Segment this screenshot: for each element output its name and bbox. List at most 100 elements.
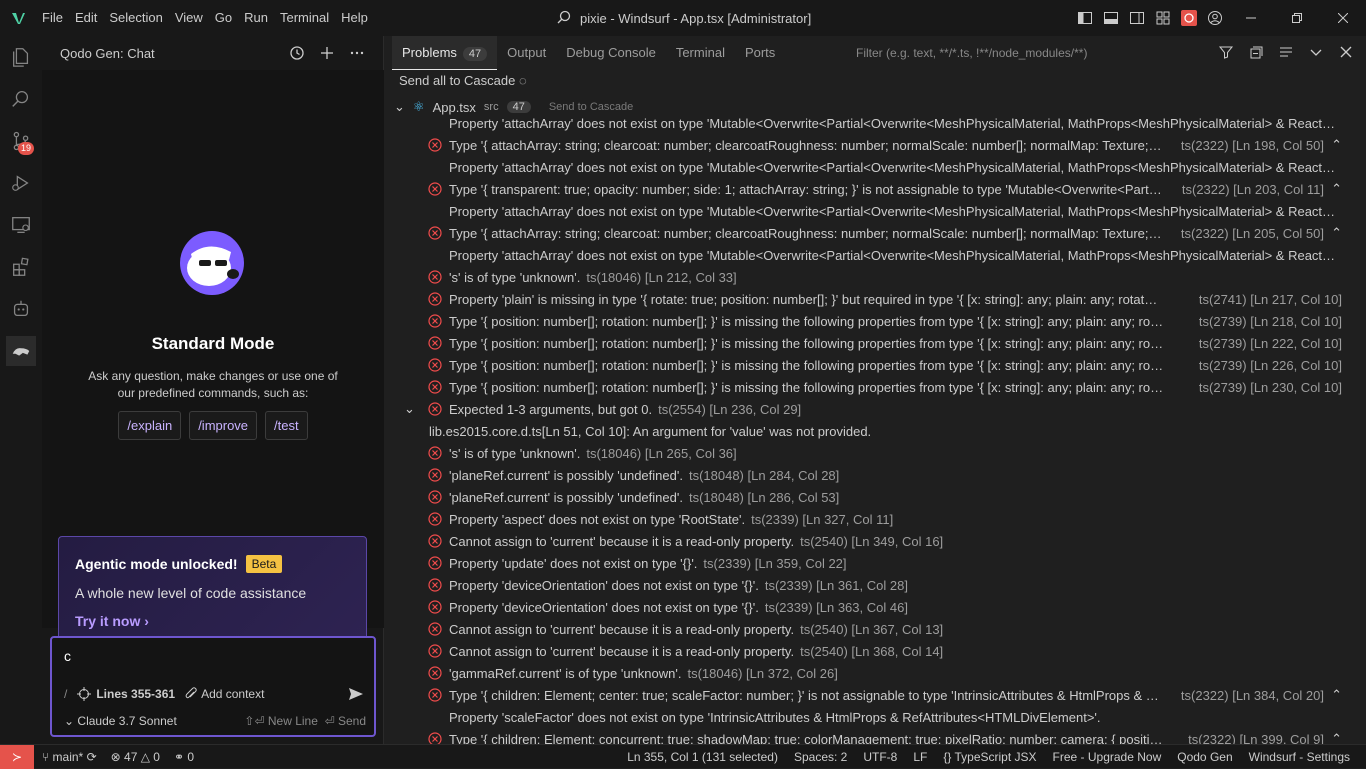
problem-row[interactable]: Property 'deviceOrientation' does not ex… [384, 596, 1354, 618]
menu-item-go[interactable]: Go [209, 0, 238, 36]
problem-row[interactable]: Type '{ position: number[]; rotation: nu… [384, 376, 1354, 398]
robot-icon[interactable] [0, 288, 42, 330]
problem-row[interactable]: Type '{ transparent: true; opacity: numb… [384, 178, 1354, 200]
collapse-all-icon[interactable] [1248, 44, 1264, 60]
menu-item-help[interactable]: Help [335, 0, 374, 36]
explorer-icon[interactable] [0, 36, 42, 78]
menu-item-selection[interactable]: Selection [103, 0, 168, 36]
model-selector[interactable]: ⌄ Claude 3.7 Sonnet [64, 714, 177, 728]
problem-row[interactable]: Cannot assign to 'current' because it is… [384, 530, 1354, 552]
add-context-button[interactable]: Add context [185, 687, 264, 701]
filter-icon[interactable] [1218, 44, 1234, 60]
problems-indicator[interactable]: ⊗ 47 △ 0 [111, 750, 160, 764]
problem-row[interactable]: 'planeRef.current' is possibly 'undefine… [384, 486, 1354, 508]
problem-row[interactable]: Property 'plain' is missing in type '{ r… [384, 288, 1354, 310]
cascade-icon[interactable] [1176, 0, 1202, 36]
problem-row[interactable]: 'gammaRef.current' is of type 'unknown'.… [384, 662, 1354, 684]
send-all-to-cascade-button[interactable]: Send all to Cascade ◌ [399, 73, 527, 88]
problem-row[interactable]: lib.es2015.core.d.ts[Ln 51, Col 10]: An … [384, 420, 1354, 442]
problem-row[interactable]: Type '{ position: number[]; rotation: nu… [384, 354, 1354, 376]
problem-row[interactable]: 'planeRef.current' is possibly 'undefine… [384, 464, 1354, 486]
encoding[interactable]: UTF-8 [863, 750, 897, 764]
problem-row[interactable]: 's' is of type 'unknown'. ts(18046) [Ln 2… [384, 266, 1354, 288]
chevron-down-icon[interactable] [1308, 44, 1324, 60]
end-of-line[interactable]: LF [913, 750, 927, 764]
problem-row[interactable]: Type '{ attachArray: string; clearcoat: … [384, 134, 1354, 156]
slash-command-button[interactable]: / [64, 687, 67, 701]
remote-explorer-icon[interactable] [0, 204, 42, 246]
menu-item-edit[interactable]: Edit [69, 0, 103, 36]
window-title-area[interactable]: pixie - Windsurf - App.tsx [Administrato… [556, 0, 811, 36]
more-icon[interactable] [349, 45, 365, 61]
tab-ports[interactable]: Ports [735, 36, 785, 70]
new-chat-icon[interactable] [319, 45, 335, 61]
send-icon[interactable] [348, 686, 364, 702]
restore-icon[interactable] [1274, 0, 1320, 36]
search-icon[interactable] [0, 78, 42, 120]
chevron-up-icon[interactable]: ⌃ [1331, 137, 1342, 153]
chevron-up-icon[interactable]: ⌃ [1331, 181, 1342, 197]
toggle-panel-icon[interactable] [1098, 0, 1124, 36]
windsurf-settings[interactable]: Windsurf - Settings [1249, 750, 1350, 764]
problem-row[interactable]: Property 'attachArray' does not exist on… [384, 244, 1354, 266]
problem-row[interactable]: Property 'attachArray' does not exist on… [384, 200, 1354, 222]
chevron-down-icon[interactable]: ⌄ [404, 401, 415, 417]
problem-row[interactable]: Type '{ children: Element; center: true;… [384, 684, 1354, 706]
menu-item-file[interactable]: File [36, 0, 69, 36]
problems-filter-input[interactable]: Filter (e.g. text, **/*.ts, !**/node_mod… [856, 46, 1087, 60]
problem-row[interactable]: Property 'deviceOrientation' does not ex… [384, 574, 1354, 596]
qodo-gen-status[interactable]: Qodo Gen [1177, 750, 1232, 764]
problem-row[interactable]: Property 'attachArray' does not exist on… [384, 112, 1354, 134]
close-icon[interactable] [1320, 0, 1366, 36]
history-icon[interactable] [289, 45, 305, 61]
branch-indicator[interactable]: ⑂ main* ⟳ [42, 750, 97, 764]
command-improve[interactable]: /improve [189, 411, 258, 440]
ports-indicator[interactable]: ⚭ 0 [174, 750, 194, 764]
chat-input-value[interactable]: c [64, 648, 71, 664]
problem-row[interactable]: Type '{ attachArray: string; clearcoat: … [384, 222, 1354, 244]
problem-row[interactable]: Property 'attachArray' does not exist on… [384, 156, 1354, 178]
language-mode[interactable]: {} TypeScript JSX [943, 750, 1036, 764]
customize-layout-icon[interactable] [1150, 0, 1176, 36]
list-view-icon[interactable] [1278, 44, 1294, 60]
indentation[interactable]: Spaces: 2 [794, 750, 847, 764]
chat-input[interactable]: c / Lines 355-361 Add context ⌄ Claude 3… [50, 636, 376, 737]
close-panel-icon[interactable] [1338, 44, 1354, 60]
command-test[interactable]: /test [265, 411, 308, 440]
problem-row[interactable]: Type '{ position: number[]; rotation: nu… [384, 332, 1354, 354]
menu-item-view[interactable]: View [169, 0, 209, 36]
tab-problems[interactable]: Problems 47 [392, 36, 498, 70]
problem-row[interactable]: Property 'update' does not exist on type… [384, 552, 1354, 574]
windsurf-logo-icon[interactable] [0, 0, 36, 36]
menu-item-run[interactable]: Run [238, 0, 274, 36]
cursor-position[interactable]: Ln 355, Col 1 (131 selected) [627, 750, 778, 764]
run-debug-icon[interactable] [0, 162, 42, 204]
tab-debug-console[interactable]: Debug Console [556, 36, 666, 70]
chevron-up-icon[interactable]: ⌃ [1331, 687, 1342, 703]
lines-context-chip[interactable]: Lines 355-361 [77, 687, 175, 701]
toggle-sidebar-icon[interactable] [1072, 0, 1098, 36]
plan-status[interactable]: Free - Upgrade Now [1053, 750, 1162, 764]
command-explain[interactable]: /explain [118, 411, 182, 440]
extensions-icon[interactable] [0, 246, 42, 288]
problem-row[interactable]: Cannot assign to 'current' because it is… [384, 618, 1354, 640]
problem-row[interactable]: Property 'aspect' does not exist on type… [384, 508, 1354, 530]
problem-row[interactable]: Cannot assign to 'current' because it is… [384, 640, 1354, 662]
problem-row[interactable]: Type '{ position: number[]; rotation: nu… [384, 310, 1354, 332]
problem-row[interactable]: 's' is of type 'unknown'. ts(18046) [Ln 2… [384, 442, 1354, 464]
tab-output[interactable]: Output [497, 36, 556, 70]
chevron-up-icon[interactable]: ⌃ [1331, 225, 1342, 241]
menu-item-terminal[interactable]: Terminal [274, 0, 335, 36]
minimize-icon[interactable] [1228, 0, 1274, 36]
try-it-now-link[interactable]: Try it now › [75, 613, 350, 629]
tab-terminal[interactable]: Terminal [666, 36, 735, 70]
chevron-up-icon[interactable]: ⌃ [1331, 731, 1342, 744]
remote-indicator-icon[interactable]: ≻ [0, 744, 34, 769]
problem-row[interactable]: Type '{ children: Element; concurrent: t… [384, 728, 1354, 744]
account-icon[interactable] [1202, 0, 1228, 36]
toggle-secondary-sidebar-icon[interactable] [1124, 0, 1150, 36]
problem-row[interactable]: ⌄ Expected 1-3 arguments, but got 0. ts(25… [384, 398, 1354, 420]
problem-row[interactable]: Property 'scaleFactor' does not exist on… [384, 706, 1354, 728]
qodo-gen-icon[interactable] [6, 336, 36, 366]
source-control-icon[interactable]: 19 [0, 120, 42, 162]
